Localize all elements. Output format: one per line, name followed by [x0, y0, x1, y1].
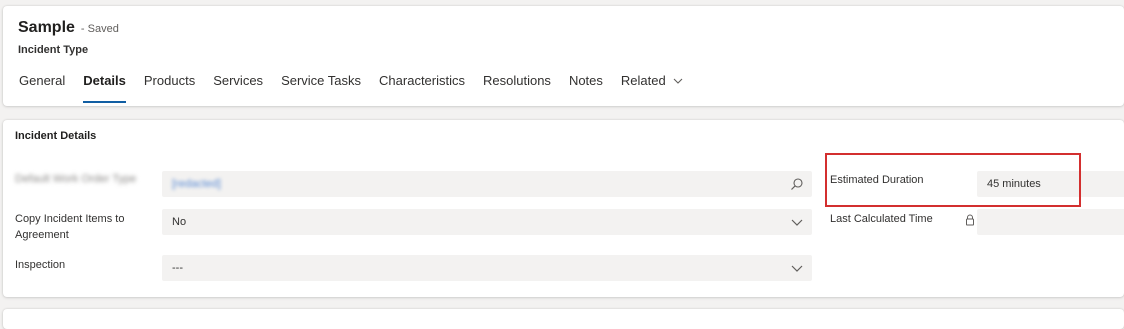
tab-label: Services — [213, 73, 264, 88]
search-icon[interactable] — [790, 177, 804, 191]
tab-details[interactable]: Details — [83, 71, 126, 103]
section-title: Incident Details — [15, 130, 97, 142]
record-name: Sample — [18, 19, 75, 36]
inspection-select[interactable]: --- — [162, 255, 812, 281]
last-calculated-time-label: Last Calculated Time — [830, 213, 933, 225]
tab-label: Notes — [568, 73, 603, 88]
tab-label: Service Tasks — [281, 73, 362, 88]
redacted-lookup-field[interactable]: [redacted] — [162, 171, 812, 197]
tab-related[interactable]: Related — [621, 71, 683, 103]
tab-resolutions[interactable]: Resolutions — [483, 71, 551, 103]
tab-bar: General Details Products Services Servic… — [19, 71, 701, 103]
redacted-field-label: Default Work Order Type — [15, 173, 137, 185]
copy-incident-items-label: Copy Incident Items to Agreement — [15, 213, 125, 241]
duration-value: 45 minutes — [987, 178, 1041, 190]
chevron-down-icon — [673, 78, 683, 84]
chevron-down-icon[interactable] — [790, 215, 804, 229]
estimated-duration-field[interactable]: 45 minutes — [977, 171, 1124, 197]
tab-label: Related — [620, 73, 666, 88]
tab-service-tasks[interactable]: Service Tasks — [281, 71, 361, 103]
tab-label: General — [19, 73, 66, 88]
last-calculated-time-field — [977, 209, 1124, 235]
tab-label: Resolutions — [483, 73, 551, 88]
estimated-duration-label: Estimated Duration — [830, 174, 924, 186]
inspection-label: Inspection — [15, 259, 66, 271]
next-section-edge — [3, 309, 1124, 329]
tab-label: Details — [83, 73, 126, 88]
incident-details-section: Incident Details Default Work Order Type… — [3, 120, 1124, 297]
entity-type-label: Incident Type — [18, 44, 89, 56]
tab-products[interactable]: Products — [144, 71, 195, 103]
tab-services[interactable]: Services — [213, 71, 263, 103]
select-value: No — [172, 216, 187, 228]
record-title: Sample - Saved — [18, 19, 119, 37]
lookup-value[interactable]: [redacted] — [172, 178, 221, 190]
record-status: - Saved — [80, 23, 119, 35]
tab-label: Products — [143, 73, 196, 88]
lock-icon — [966, 214, 974, 226]
tab-general[interactable]: General — [19, 71, 65, 103]
select-value: --- — [172, 262, 183, 274]
record-header: Sample - Saved Incident Type General Det… — [3, 6, 1124, 106]
tab-label: Characteristics — [379, 73, 465, 88]
tab-notes[interactable]: Notes — [569, 71, 603, 103]
copy-incident-items-select[interactable]: No — [162, 209, 812, 235]
tab-characteristics[interactable]: Characteristics — [379, 71, 465, 103]
chevron-down-icon[interactable] — [790, 261, 804, 275]
